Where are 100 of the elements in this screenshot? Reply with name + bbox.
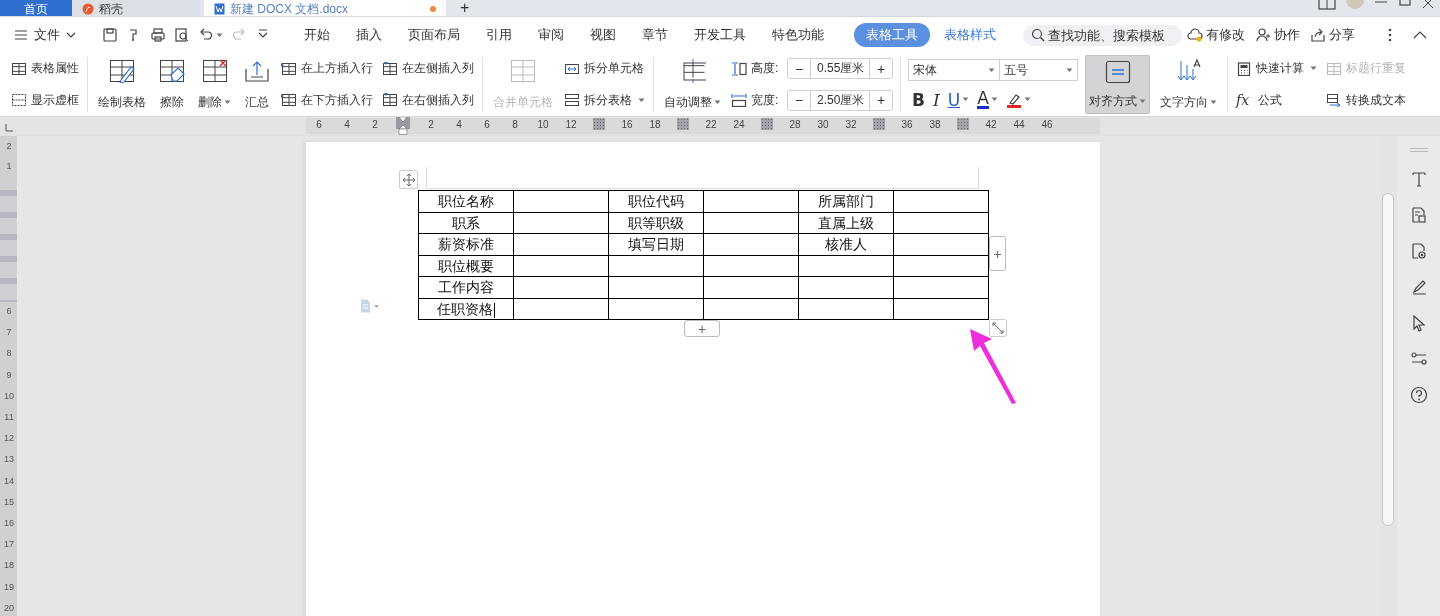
toolbar-button[interactable]: 分享: [1305, 26, 1360, 44]
column-marker[interactable]: [593, 118, 605, 130]
document-tab[interactable]: 新建 DOCX 文档.docx: [204, 0, 446, 16]
font-dropdown[interactable]: 宋体: [908, 59, 1000, 82]
ribbon-tab[interactable]: 开始: [292, 23, 342, 47]
increment-button[interactable]: +: [870, 59, 892, 79]
sliders-icon[interactable]: [1409, 350, 1428, 368]
table-cell[interactable]: 职位名称: [418, 190, 514, 212]
decrement-button[interactable]: −: [788, 59, 810, 79]
toolbar-button[interactable]: 协作: [1250, 26, 1305, 44]
ribbon-tab[interactable]: 页面布局: [396, 23, 472, 47]
number-field[interactable]: 2.50厘米: [810, 90, 870, 110]
table-cell[interactable]: [608, 276, 704, 298]
italic-button[interactable]: I: [932, 89, 940, 110]
ribbon-button[interactable]: 表格属性: [10, 59, 80, 79]
table-cell[interactable]: 任职资格: [418, 298, 514, 320]
table-cell[interactable]: 所属部门: [798, 190, 894, 212]
undo-icon[interactable]: [198, 27, 214, 43]
table-cell[interactable]: [513, 233, 609, 255]
table-cell[interactable]: [798, 276, 894, 298]
table-cell[interactable]: 直属上级: [798, 212, 894, 234]
ribbon-button[interactable]: 文字方向: [1157, 55, 1220, 114]
print-icon[interactable]: [150, 27, 166, 43]
column-marker[interactable]: [677, 118, 689, 130]
ribbon-tab[interactable]: 视图: [578, 23, 628, 47]
window-icon[interactable]: [1318, 0, 1336, 10]
ribbon-button[interactable]: 删除: [195, 55, 234, 114]
table-cell[interactable]: [893, 190, 989, 212]
table-cell[interactable]: [703, 212, 799, 234]
table-cell[interactable]: [893, 212, 989, 234]
ribbon-button[interactable]: 快速计算: [1235, 59, 1318, 79]
table-cell[interactable]: [893, 276, 989, 298]
underline-button[interactable]: U: [947, 89, 970, 110]
ribbon-tab[interactable]: 开发工具: [682, 23, 758, 47]
table-resize-handle[interactable]: [989, 319, 1007, 337]
table-cell[interactable]: [703, 233, 799, 255]
scrollbar-thumb[interactable]: [1382, 193, 1394, 526]
print-preview-icon[interactable]: [174, 27, 190, 43]
close-icon[interactable]: [1422, 0, 1436, 10]
number-field[interactable]: 0.55厘米: [810, 59, 870, 79]
ribbon-tab[interactable]: 特色功能: [760, 23, 836, 47]
ribbon-button[interactable]: 自动调整: [661, 55, 724, 114]
document-settings-icon[interactable]: [1409, 242, 1428, 260]
file-menu[interactable]: 文件: [14, 26, 82, 44]
table-cell[interactable]: 职等职级: [608, 212, 704, 234]
ribbon-button[interactable]: 汇总: [241, 55, 273, 114]
document-tab[interactable]: 稻壳: [72, 0, 200, 16]
ribbon-button[interactable]: 擦除: [156, 55, 188, 114]
table-cell[interactable]: [513, 190, 609, 212]
add-column-button[interactable]: +: [989, 236, 1006, 271]
ribbon-button[interactable]: 对齐方式: [1085, 55, 1150, 114]
column-marker[interactable]: [957, 118, 969, 130]
table-cell[interactable]: [893, 233, 989, 255]
table-cell[interactable]: 职位概要: [418, 255, 514, 277]
indent-marker[interactable]: [396, 117, 410, 135]
table-cell[interactable]: [703, 255, 799, 277]
table-cell[interactable]: [608, 298, 704, 320]
table-cell[interactable]: 核准人: [798, 233, 894, 255]
ribbon-button[interactable]: 在右侧插入列: [381, 90, 475, 110]
toolbar-button[interactable]: 有修改: [1182, 26, 1250, 44]
decrement-button[interactable]: −: [788, 90, 810, 110]
table-cell[interactable]: [513, 255, 609, 277]
table-cell[interactable]: [703, 190, 799, 212]
table-cell[interactable]: 工作内容: [418, 276, 514, 298]
ribbon-button[interactable]: fx 公式: [1235, 90, 1318, 110]
font-size-dropdown[interactable]: 五号: [1000, 59, 1078, 82]
table-cell[interactable]: [893, 255, 989, 277]
table-cell[interactable]: [513, 276, 609, 298]
ribbon-tab[interactable]: 引用: [474, 23, 524, 47]
font-color-button[interactable]: A: [977, 89, 998, 110]
table-cell[interactable]: [798, 255, 894, 277]
save-icon[interactable]: [102, 27, 118, 43]
table-cell[interactable]: [513, 298, 609, 320]
new-tab-button[interactable]: +: [446, 0, 484, 16]
ribbon-button[interactable]: 绘制表格: [95, 55, 149, 114]
bold-button[interactable]: B: [912, 89, 925, 110]
table-cell[interactable]: 填写日期: [608, 233, 704, 255]
table-cell[interactable]: 职系: [418, 212, 514, 234]
table-cell[interactable]: [703, 276, 799, 298]
ribbon-button[interactable]: 显示虚框: [10, 90, 80, 110]
ribbon-tab[interactable]: 插入: [344, 23, 394, 47]
ribbon-button[interactable]: 在左侧插入列: [381, 59, 475, 79]
ribbon-tab[interactable]: 表格样式: [932, 23, 1008, 47]
grip-handle[interactable]: [1409, 148, 1428, 152]
column-marker[interactable]: [761, 118, 773, 130]
ribbon-button[interactable]: 在下方插入行: [280, 90, 374, 110]
table-cell[interactable]: [703, 298, 799, 320]
table-cell[interactable]: 职位代码: [608, 190, 704, 212]
table-cell[interactable]: [513, 212, 609, 234]
text-tool-icon[interactable]: [1409, 170, 1428, 188]
document-tab[interactable]: 首页: [0, 0, 72, 16]
ribbon-button[interactable]: 拆分表格: [563, 90, 646, 110]
ribbon-tab[interactable]: 章节: [630, 23, 680, 47]
table-cell[interactable]: [608, 255, 704, 277]
column-marker[interactable]: [873, 118, 885, 130]
document-bookmark-icon[interactable]: [1409, 206, 1428, 224]
table-move-handle[interactable]: [399, 170, 418, 189]
ribbon-button[interactable]: 在上方插入行: [280, 59, 374, 79]
ribbon-button[interactable]: 转换成文本: [1325, 90, 1407, 110]
ribbon-tab[interactable]: 审阅: [526, 23, 576, 47]
